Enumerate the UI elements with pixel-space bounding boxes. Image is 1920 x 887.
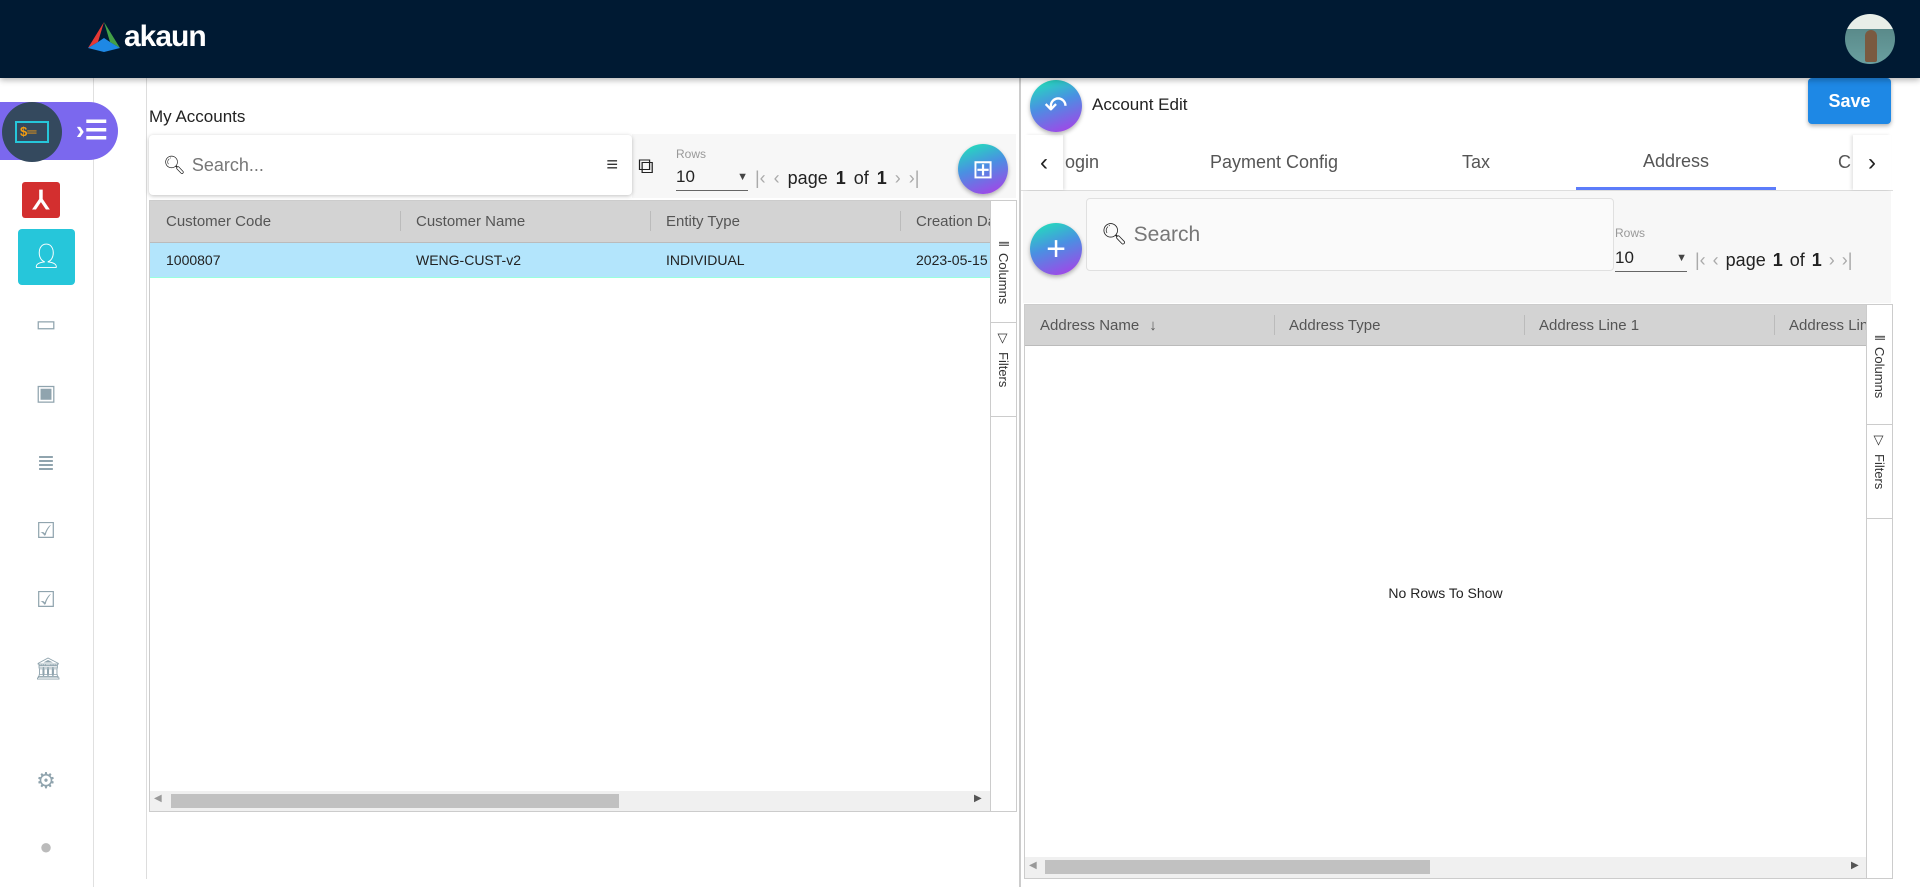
panel-title: Account Edit — [1092, 95, 1188, 114]
grid-side-bar: ⦀ Columns ▽ Filters — [990, 201, 1016, 811]
table-row[interactable]: 1000807 WENG-CUST-v2 INDIVIDUAL 2023-05-… — [150, 243, 990, 278]
page-number: 1 — [835, 168, 846, 188]
tab-login[interactable]: ogin — [1065, 135, 1115, 190]
search-icon: 🔍︎ — [163, 154, 186, 175]
column-header[interactable]: Customer Name — [416, 201, 525, 242]
column-header[interactable]: Address Line 1 — [1539, 305, 1639, 345]
copy-icon[interactable]: ⧉ — [638, 153, 654, 179]
of-label: of — [1789, 250, 1805, 270]
grid-side-bar: ⦀ Columns ▽ Filters — [1866, 305, 1892, 878]
total-pages: 1 — [876, 168, 887, 188]
cell-creation-date: 2023-05-15 — [916, 252, 988, 268]
checklist-icon[interactable]: ☑ — [34, 519, 58, 543]
user-avatar[interactable] — [1845, 14, 1895, 64]
tab-more[interactable]: C — [1838, 135, 1852, 190]
filter-icon[interactable]: ≡ — [606, 154, 618, 177]
column-header[interactable]: Entity Type — [666, 201, 740, 242]
profile-icon[interactable]: ● — [34, 835, 58, 859]
filters-tab[interactable]: ▽ Filters — [991, 323, 1016, 417]
next-page-icon[interactable]: › — [895, 168, 901, 189]
horizontal-scrollbar[interactable]: ◀ ▶ — [150, 791, 990, 811]
receipt-icon[interactable]: ≣ — [34, 451, 58, 475]
of-label: of — [853, 168, 869, 188]
bank-icon[interactable]: 🏛︎ — [34, 657, 62, 681]
page-label: page — [787, 168, 828, 188]
checklist-icon[interactable]: ☑ — [34, 588, 58, 612]
column-header[interactable]: Creation Da — [916, 201, 996, 242]
brand-name: akaun — [124, 20, 207, 53]
rows-label: Rows — [676, 147, 707, 161]
last-page-icon[interactable]: ›| — [1842, 250, 1853, 271]
card-icon[interactable]: ▭ — [34, 312, 58, 336]
tabs-scroll-left[interactable]: ‹ — [1025, 135, 1063, 190]
filters-tab[interactable]: ▽ Filters — [1867, 425, 1892, 519]
accounts-grid: Customer Code Customer Name Entity Type … — [149, 200, 1017, 812]
column-header[interactable]: Address Name ↓ — [1040, 305, 1157, 345]
grid-header: Address Name ↓ Address Type Address Line … — [1025, 305, 1866, 346]
filter-icon: ▽ — [996, 331, 1011, 346]
accounting-app-icon[interactable]: $═ — [2, 102, 62, 162]
tab-address[interactable]: Address — [1576, 135, 1776, 190]
cell-customer-name: WENG-CUST-v2 — [416, 252, 521, 268]
search-input[interactable]: Search... — [192, 155, 600, 176]
search-input[interactable]: Search — [1134, 223, 1201, 247]
grid-header: Customer Code Customer Name Entity Type … — [150, 201, 996, 243]
cell-entity-type: INDIVIDUAL — [666, 252, 745, 268]
page-number: 1 — [1772, 250, 1783, 270]
column-header[interactable]: Customer Code — [166, 201, 271, 242]
accounts-search[interactable]: 🔍︎ Search... ≡ — [149, 135, 632, 195]
last-page-icon[interactable]: ›| — [909, 168, 920, 189]
cell-customer-code: 1000807 — [166, 252, 221, 268]
columns-tab[interactable]: ⦀ Columns — [1867, 327, 1892, 425]
save-button[interactable]: Save — [1808, 78, 1891, 124]
tab-payment-config[interactable]: Payment Config — [1174, 135, 1374, 190]
first-page-icon[interactable]: |‹ — [1695, 250, 1706, 271]
customer-icon[interactable]: 👤︎ — [18, 229, 75, 285]
horizontal-scrollbar[interactable]: ◀ ▶ — [1025, 857, 1866, 878]
back-button[interactable]: ↶ — [1030, 80, 1082, 132]
monitor-icon[interactable]: ▣ — [34, 381, 58, 405]
akaun-logo[interactable]: akaun — [88, 20, 207, 54]
sort-desc-icon: ↓ — [1149, 316, 1157, 334]
logo-icon — [88, 22, 120, 52]
search-icon: 🔍︎ — [1101, 222, 1128, 246]
empty-message: No Rows To Show — [1388, 585, 1503, 601]
column-header[interactable]: Address Lin — [1789, 305, 1866, 345]
page-label: page — [1725, 250, 1766, 270]
columns-icon: ⦀ — [1872, 335, 1887, 341]
total-pages: 1 — [1811, 250, 1822, 270]
rows-label: Rows — [1615, 226, 1646, 240]
next-page-icon[interactable]: › — [1829, 250, 1835, 271]
address-grid: Address Name ↓ Address Type Address Line … — [1024, 304, 1893, 879]
top-header: akaun — [0, 0, 1920, 78]
add-address-button[interactable]: + — [1030, 223, 1082, 275]
address-search[interactable]: 🔍︎ Search — [1086, 198, 1614, 271]
scroll-thumb[interactable] — [1045, 860, 1430, 874]
filter-icon: ▽ — [1872, 433, 1887, 448]
grid-view-button[interactable]: ⊞ — [958, 144, 1008, 194]
rows-select[interactable]: 10 ▼ — [1615, 244, 1687, 272]
page-title: My Accounts — [149, 107, 246, 126]
tabs-scroll-right[interactable]: › — [1853, 135, 1891, 190]
first-page-icon[interactable]: |‹ — [755, 168, 766, 189]
prev-page-icon[interactable]: ‹ — [774, 168, 780, 189]
pdf-app-icon[interactable]: ⅄ — [22, 182, 60, 218]
pagination: |‹ ‹ page 1 of 1 › ›| — [1695, 250, 1852, 271]
rows-select[interactable]: 10 ▼ — [676, 163, 748, 191]
columns-tab[interactable]: ⦀ Columns — [991, 233, 1016, 323]
column-header[interactable]: Address Type — [1289, 305, 1380, 345]
tab-tax[interactable]: Tax — [1376, 135, 1576, 190]
pagination: |‹ ‹ page 1 of 1 › ›| — [755, 168, 919, 189]
scroll-thumb[interactable] — [171, 794, 619, 808]
prev-page-icon[interactable]: ‹ — [1713, 250, 1719, 271]
settings-icon[interactable]: ⚙ — [34, 769, 58, 793]
columns-icon: ⦀ — [996, 241, 1011, 247]
menu-toggle-icon[interactable]: ›☰ — [76, 116, 108, 144]
